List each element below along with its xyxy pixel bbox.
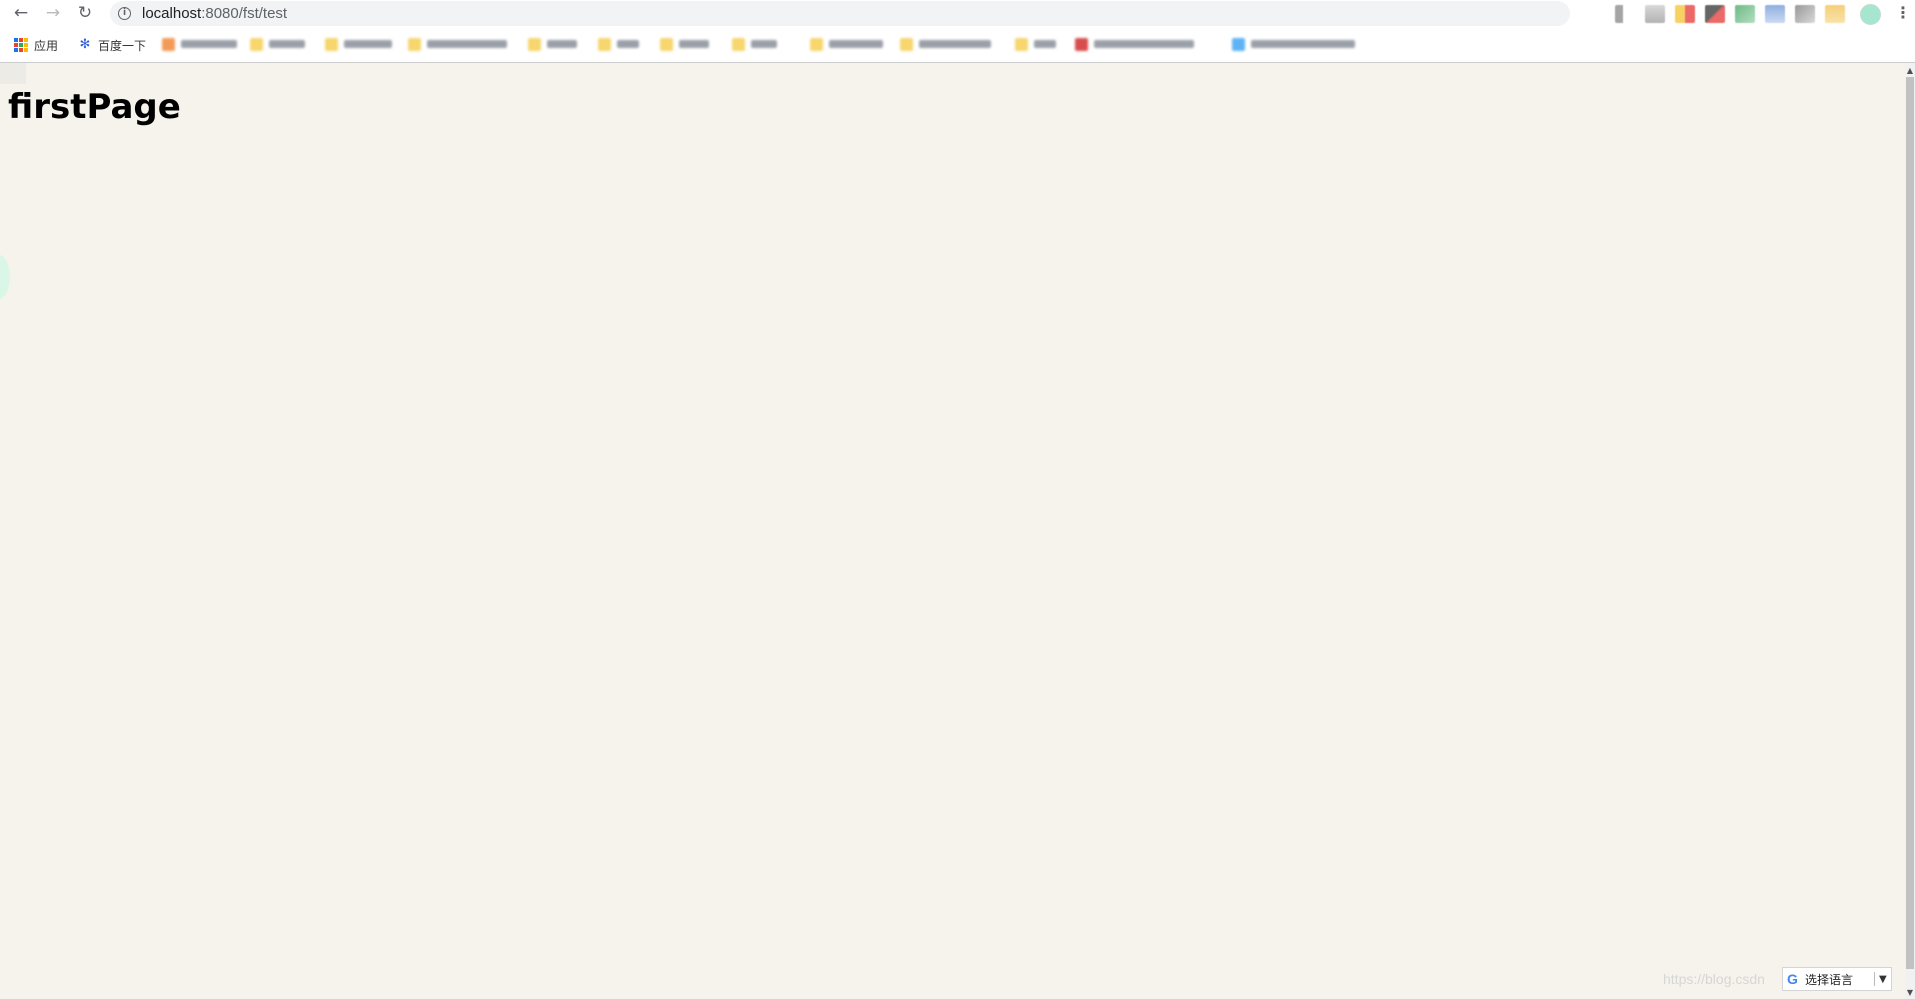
page-corner-element	[0, 63, 26, 84]
page-title: firstPage	[8, 87, 181, 127]
reload-icon: ↻	[77, 2, 93, 23]
bookmark-baidu[interactable]: ✻ 百度一下	[78, 35, 146, 55]
page-viewport: firstPage https://blog.csdn G 选择语言 ▼	[0, 63, 1905, 999]
scroll-down-arrow-icon[interactable]: ▼	[1905, 987, 1915, 999]
forward-arrow-icon: →	[45, 2, 61, 23]
vertical-scrollbar[interactable]: ▲ ▼	[1905, 63, 1915, 999]
extensions-area	[1615, 3, 1845, 25]
bookmarks-bar: 应用 ✻ 百度一下	[0, 27, 1915, 63]
back-arrow-icon: ←	[13, 2, 29, 23]
blurred-bookmark[interactable]	[1232, 37, 1355, 51]
address-bar[interactable]: i localhost:8080/fst/test	[110, 1, 1570, 26]
extension-icon[interactable]	[1645, 5, 1665, 23]
back-button[interactable]: ←	[10, 2, 32, 24]
browser-toolbar: ← → ↻ i localhost:8080/fst/test ⋮	[0, 0, 1915, 27]
blurred-bookmark[interactable]	[1075, 37, 1194, 51]
extension-icon[interactable]	[1795, 5, 1815, 23]
blurred-bookmark[interactable]	[810, 37, 883, 51]
extension-icon[interactable]	[1675, 5, 1695, 23]
extension-icon[interactable]	[1615, 5, 1635, 23]
blurred-bookmark[interactable]	[900, 37, 991, 51]
blurred-bookmark[interactable]	[325, 37, 392, 51]
forward-button[interactable]: →	[42, 2, 64, 24]
blurred-bookmark[interactable]	[732, 37, 777, 51]
scrollbar-thumb[interactable]	[1906, 77, 1914, 969]
bookmark-apps-label: 应用	[34, 38, 59, 53]
url-path: :8080/fst/test	[201, 5, 288, 22]
baidu-paw-icon: ✻	[79, 37, 91, 52]
scroll-up-arrow-icon[interactable]: ▲	[1905, 65, 1915, 77]
reload-button[interactable]: ↻	[74, 2, 96, 24]
browser-menu-icon[interactable]: ⋮	[1895, 3, 1911, 23]
blurred-bookmark[interactable]	[598, 37, 639, 51]
dropdown-arrow-icon[interactable]: ▼	[1879, 974, 1891, 985]
blurred-bookmark[interactable]	[528, 37, 577, 51]
translate-label: 选择语言	[1805, 972, 1854, 987]
floating-side-bubble[interactable]	[0, 255, 10, 299]
profile-avatar-icon[interactable]	[1860, 4, 1881, 25]
extension-icon[interactable]	[1705, 5, 1725, 23]
url-text[interactable]: localhost:8080/fst/test	[142, 5, 287, 22]
blurred-bookmark[interactable]	[660, 37, 709, 51]
blurred-bookmark[interactable]	[162, 37, 237, 51]
translate-divider	[1874, 972, 1875, 986]
extension-icon[interactable]	[1825, 5, 1845, 23]
extension-icon[interactable]	[1765, 5, 1785, 23]
bookmark-apps[interactable]: 应用	[14, 35, 58, 55]
blurred-bookmark[interactable]	[1015, 37, 1056, 51]
bookmark-baidu-label: 百度一下	[98, 38, 147, 53]
google-g-icon: G	[1787, 971, 1798, 987]
extension-icon[interactable]	[1735, 5, 1755, 23]
blurred-bookmark[interactable]	[408, 37, 507, 51]
url-host: localhost	[142, 5, 202, 22]
site-info-icon[interactable]: i	[118, 7, 131, 20]
translate-widget[interactable]: G 选择语言 ▼	[1782, 967, 1892, 991]
watermark-text: https://blog.csdn	[1663, 971, 1765, 987]
apps-grid-icon	[14, 38, 28, 52]
blurred-bookmark[interactable]	[250, 37, 305, 51]
